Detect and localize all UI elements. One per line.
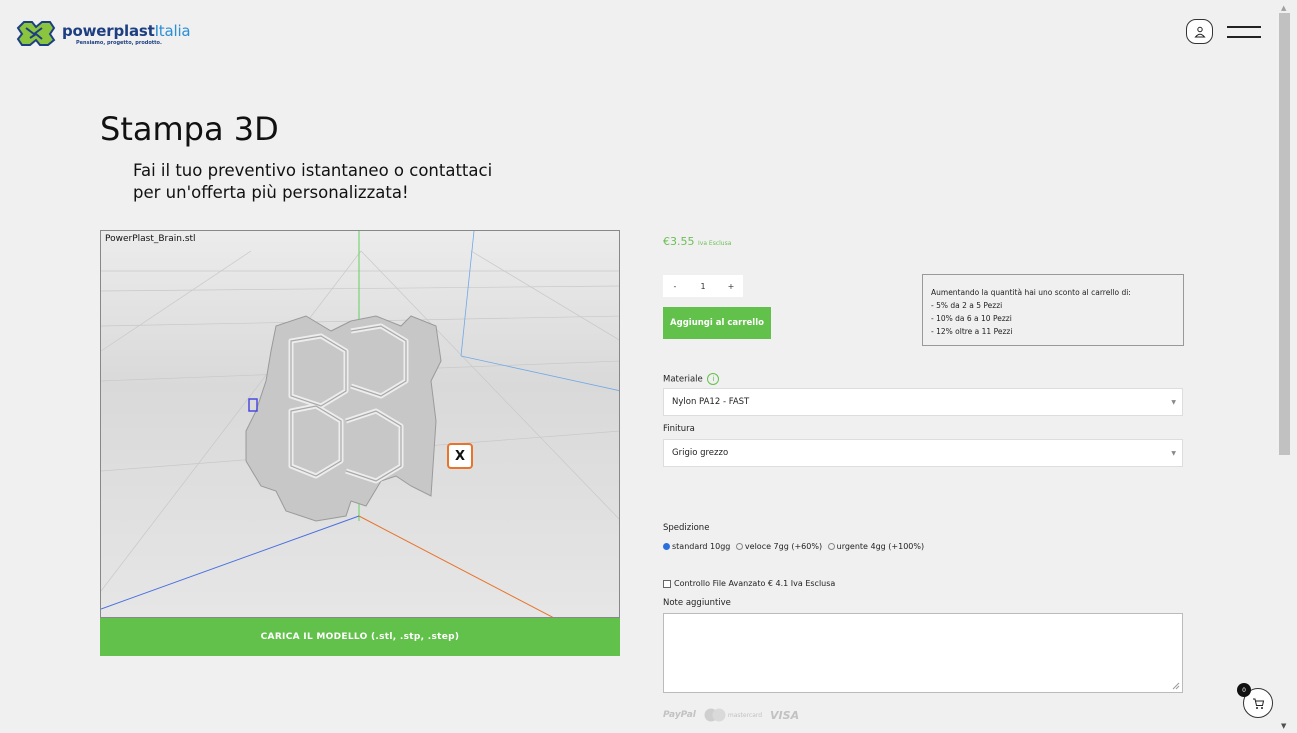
resize-handle-icon[interactable]	[1172, 682, 1180, 690]
price: €3.55 Iva Esclusa	[663, 235, 731, 248]
shipping-options: standard 10gg veloce 7gg (+60%) urgente …	[663, 542, 924, 551]
info-icon[interactable]: i	[707, 373, 720, 385]
discount-line: - 5% da 2 a 5 Pezzi	[931, 301, 1003, 310]
notes-textarea[interactable]	[663, 613, 1183, 693]
axis-marker-x[interactable]: X	[455, 449, 465, 464]
subtitle-line-2: per un'offerta più personalizzata!	[133, 183, 409, 202]
radio-shipping-fast[interactable]	[735, 543, 743, 550]
add-to-cart-button[interactable]: Aggiungi al carrello	[663, 307, 771, 339]
scrollbar-thumb[interactable]	[1279, 13, 1290, 455]
user-icon	[1193, 26, 1206, 37]
shipping-option-label[interactable]: standard 10gg	[672, 542, 730, 551]
discount-intro: Aumentando la quantità hai uno sconto al…	[931, 288, 1131, 297]
subtitle-line-1: Fai il tuo preventivo istantaneo o conta…	[133, 161, 493, 180]
qty-decrease-button[interactable]: -	[663, 282, 687, 291]
hamburger-menu-icon[interactable]	[1227, 22, 1261, 42]
notes-label: Note aggiuntive	[663, 598, 731, 608]
quantity-stepper: - 1 +	[663, 275, 743, 297]
discount-info-box: Aumentando la quantità hai uno sconto al…	[922, 274, 1184, 346]
material-label: Materiale i	[663, 373, 720, 385]
mastercard-logo: mastercard	[704, 708, 762, 722]
qty-increase-button[interactable]: +	[719, 282, 743, 291]
model-filename: PowerPlast_Brain.stl	[105, 234, 196, 244]
advanced-check-option[interactable]: Controllo File Avanzato € 4.1 Iva Esclus…	[663, 579, 835, 588]
3d-model-viewer[interactable]: PowerPlast_Brain.stl X	[100, 230, 620, 618]
scroll-up-arrow-icon[interactable]: ▲	[1281, 4, 1286, 12]
cart-count-badge: 0	[1237, 683, 1251, 697]
account-button[interactable]	[1186, 19, 1213, 44]
material-select[interactable]: Nylon PA12 - FAST ▼	[663, 388, 1183, 416]
shipping-option-label[interactable]: urgente 4gg (+100%)	[837, 542, 925, 551]
visa-logo: VISA	[770, 708, 800, 722]
3d-model-shape	[245, 315, 442, 522]
logo-icon[interactable]	[14, 18, 58, 48]
page-title: Stampa 3D	[100, 110, 279, 148]
qty-input[interactable]: 1	[687, 282, 719, 291]
price-value: €3.55	[663, 235, 695, 248]
upload-model-button[interactable]: CARICA IL MODELLO (.stl, .stp, .step)	[100, 618, 620, 656]
brand-name[interactable]: powerplastItalia	[62, 22, 191, 40]
paypal-logo: PayPal	[663, 710, 696, 720]
advanced-check-checkbox[interactable]	[663, 579, 671, 588]
viewer-scene	[101, 231, 619, 617]
scroll-down-arrow-icon[interactable]: ▼	[1281, 722, 1286, 730]
shipping-label: Spedizione	[663, 523, 710, 533]
finish-label: Finitura	[663, 424, 695, 434]
radio-shipping-urgent[interactable]	[827, 543, 835, 550]
mastercard-icon	[704, 708, 726, 722]
brand-tagline: Pensiamo, progetto, prodotto.	[76, 40, 162, 46]
shipping-option-label[interactable]: veloce 7gg (+60%)	[745, 542, 822, 551]
radio-shipping-standard[interactable]	[663, 543, 670, 550]
chevron-down-icon: ▼	[1171, 450, 1176, 457]
page-subtitle: Fai il tuo preventivo istantaneo o conta…	[133, 160, 553, 204]
discount-line: - 10% da 6 a 10 Pezzi	[931, 314, 1012, 323]
discount-line: - 12% oltre a 11 Pezzi	[931, 327, 1013, 336]
payment-methods: PayPal mastercard VISA	[663, 708, 799, 722]
chevron-down-icon: ▼	[1171, 399, 1176, 406]
vat-note: Iva Esclusa	[698, 240, 732, 247]
finish-select[interactable]: Grigio grezzo ▼	[663, 439, 1183, 467]
cart-icon	[1252, 698, 1264, 709]
